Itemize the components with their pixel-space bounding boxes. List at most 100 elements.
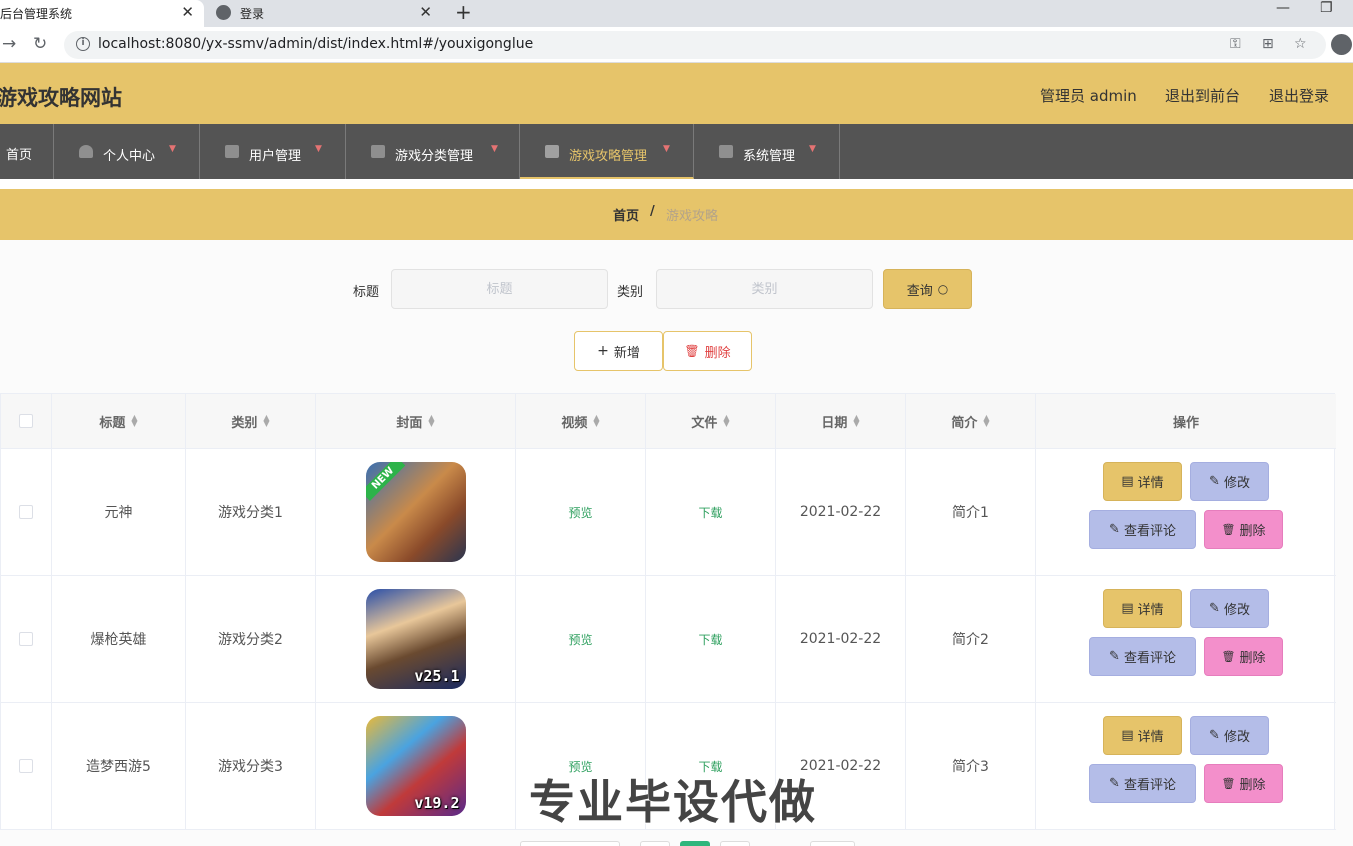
cover-image[interactable]: v19.2 [365, 716, 466, 816]
header-category[interactable]: 类别 ▲ ▼ [186, 394, 316, 448]
row-checkbox[interactable] [19, 505, 33, 519]
current-page-button[interactable] [680, 841, 710, 846]
detail-button[interactable]: ▤ 详情 [1103, 716, 1182, 755]
page-size-select[interactable] [520, 841, 620, 846]
forward-icon[interactable]: → [2, 34, 16, 54]
edit-label: 修改 [1223, 476, 1250, 491]
exit-to-front-link[interactable]: 退出到前台 [1165, 85, 1240, 106]
header-cover[interactable]: 封面 ▲ ▼ [316, 394, 516, 448]
info-icon[interactable]: i [76, 37, 90, 51]
minimize-icon[interactable]: — [1276, 0, 1290, 16]
next-page-button[interactable] [720, 841, 750, 846]
chevron-down-icon: ▼ [491, 144, 498, 154]
clipboard-icon [719, 145, 733, 158]
nav-item-game-category[interactable]: 游戏分类管理 ▼ [346, 124, 520, 179]
jump-page-input[interactable] [810, 841, 855, 846]
nav-item-game-guide[interactable]: 游戏攻略管理 ▼ [520, 124, 694, 179]
nav-item-home[interactable]: 首页 [0, 124, 54, 179]
document-icon: ▤ [1121, 601, 1134, 616]
tab-title: 登录 [240, 7, 265, 21]
detail-button[interactable]: ▤ 详情 [1103, 462, 1182, 501]
sort-icon[interactable]: ▲ ▼ [428, 414, 434, 428]
cell-title: 元神 [52, 449, 186, 575]
browser-tab-login[interactable]: 登录 ✕ [206, 0, 442, 27]
edit-button[interactable]: ✎ 修改 [1190, 716, 1269, 755]
header-label: 标题 [99, 415, 126, 431]
header-title[interactable]: 标题 ▲ ▼ [52, 394, 186, 448]
delete-button[interactable]: 🗑 删除 [1204, 764, 1283, 803]
close-icon[interactable]: ✕ [181, 3, 194, 21]
row-checkbox[interactable] [19, 632, 33, 646]
delete-button[interactable]: 🗑 删除 [1204, 510, 1283, 549]
cover-image[interactable]: NEW [365, 462, 466, 562]
edit-icon: ✎ [1109, 522, 1120, 537]
detail-label: 详情 [1137, 476, 1164, 491]
sort-icon[interactable]: ▲ ▼ [853, 414, 859, 428]
view-comments-button[interactable]: ✎ 查看评论 [1089, 510, 1196, 549]
restore-icon[interactable]: ❐ [1320, 0, 1333, 16]
nav-label: 用户管理 [249, 149, 302, 164]
query-button[interactable]: 查询 ○ [883, 269, 972, 309]
breadcrumb-home[interactable]: 首页 [613, 205, 639, 224]
file-download-link[interactable]: 下载 [698, 631, 722, 648]
row-checkbox[interactable] [19, 759, 33, 773]
reload-icon[interactable]: ↻ [33, 34, 47, 54]
view-comments-button[interactable]: ✎ 查看评论 [1089, 764, 1196, 803]
browser-tab-active[interactable]: 后台管理系统 ✕ [0, 0, 204, 27]
site-title: 游戏攻略网站 [0, 86, 122, 110]
breadcrumb: 首页 / 游戏攻略 [0, 189, 1353, 240]
nav-item-system[interactable]: 系统管理 ▼ [694, 124, 840, 179]
profile-avatar-icon[interactable] [1331, 34, 1352, 55]
add-button[interactable]: + 新增 [574, 331, 663, 371]
app-header: 游戏攻略网站 管理员 admin 退出到前台 退出登录 [0, 63, 1353, 124]
user-icon [79, 145, 93, 158]
header-video[interactable]: 视频 ▲ ▼ [516, 394, 646, 448]
sort-icon[interactable]: ▲ ▼ [983, 414, 989, 428]
video-preview-link[interactable]: 预览 [568, 504, 592, 521]
chevron-down-icon: ▼ [169, 144, 176, 154]
cell-date: 2021-02-22 [776, 576, 906, 702]
key-icon[interactable]: ⚿ [1230, 36, 1241, 52]
cell-title: 爆枪英雄 [52, 576, 186, 702]
close-icon[interactable]: ✕ [419, 3, 432, 21]
logout-link[interactable]: 退出登录 [1269, 85, 1329, 106]
chevron-down-icon: ▼ [315, 144, 322, 154]
nav-item-personal-center[interactable]: 个人中心 ▼ [54, 124, 200, 179]
sort-icon[interactable]: ▲ ▼ [263, 414, 269, 428]
table-row: 元神 游戏分类1 NEW 预览 下载 2021-02-22 简介1 ▤ 详情 ✎ 修… [1, 449, 1336, 576]
header-label: 类别 [231, 415, 258, 431]
prev-page-button[interactable] [640, 841, 670, 846]
category-search-input[interactable] [656, 269, 873, 309]
edit-button[interactable]: ✎ 修改 [1190, 589, 1269, 628]
header-file[interactable]: 文件 ▲ ▼ [646, 394, 776, 448]
batch-delete-button[interactable]: 🗑 删除 [663, 331, 752, 371]
sort-icon[interactable]: ▲ ▼ [593, 414, 599, 428]
detail-button[interactable]: ▤ 详情 [1103, 589, 1182, 628]
new-tab-icon[interactable]: + [455, 0, 472, 24]
search-icon: ○ [937, 282, 949, 296]
view-comments-button[interactable]: ✎ 查看评论 [1089, 637, 1196, 676]
translate-icon[interactable]: ⊞ [1262, 36, 1274, 52]
url-text: localhost:8080/yx-ssmv/admin/dist/index.… [98, 36, 534, 52]
header-label: 文件 [691, 415, 718, 431]
edit-icon: ✎ [1209, 601, 1220, 616]
file-download-link[interactable]: 下载 [698, 504, 722, 521]
header-date[interactable]: 日期 ▲ ▼ [776, 394, 906, 448]
video-preview-link[interactable]: 预览 [568, 631, 592, 648]
select-all-checkbox[interactable] [19, 414, 33, 428]
title-search-input[interactable] [391, 269, 608, 309]
star-icon[interactable]: ☆ [1294, 36, 1307, 52]
delete-button[interactable]: 🗑 删除 [1204, 637, 1283, 676]
cover-image[interactable]: v25.1 [365, 589, 466, 689]
url-omnibox[interactable]: i localhost:8080/yx-ssmv/admin/dist/inde… [64, 31, 1326, 59]
category-label: 类别 [617, 285, 644, 300]
sort-icon[interactable]: ▲ ▼ [723, 414, 729, 428]
detail-label: 详情 [1137, 603, 1164, 618]
cell-category: 游戏分类1 [186, 449, 316, 575]
nav-item-user-management[interactable]: 用户管理 ▼ [200, 124, 346, 179]
header-intro[interactable]: 简介 ▲ ▼ [906, 394, 1036, 448]
sort-icon[interactable]: ▲ ▼ [131, 414, 137, 428]
plus-icon: + [597, 343, 609, 359]
guide-table: 标题 ▲ ▼ 类别 ▲ ▼ 封面 ▲ ▼ 视频 ▲ ▼ 文件 ▲ ▼ 日期 ▲ ▼ 简介 ▲ ▼ 操作 元神… [0, 393, 1336, 830]
edit-button[interactable]: ✎ 修改 [1190, 462, 1269, 501]
